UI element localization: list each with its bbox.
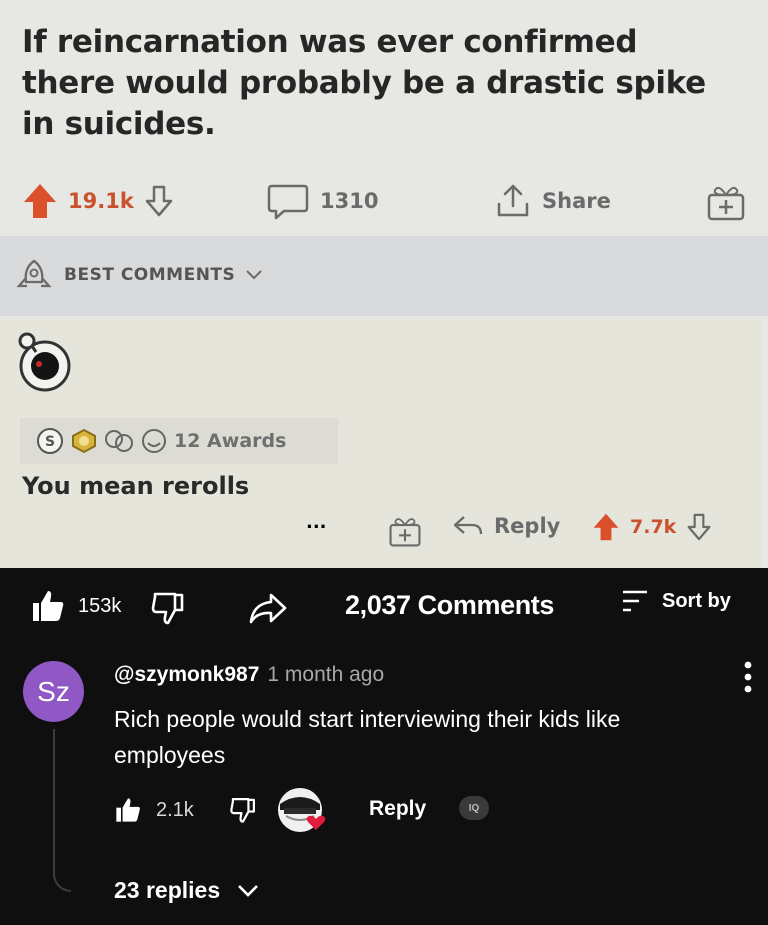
chevron-down-icon <box>246 270 262 280</box>
view-replies-button[interactable]: 23 replies <box>114 877 260 904</box>
post-action-row: 19.1k 1310 Share <box>0 176 768 224</box>
post-comments-count: 1310 <box>320 189 379 213</box>
share-icon <box>497 184 529 217</box>
extension-badge-icon[interactable]: IQ <box>459 796 489 820</box>
silver-award-icon: S <box>37 428 63 454</box>
thumbs-up-filled-icon <box>33 591 64 621</box>
comment-reply-button[interactable]: Reply <box>369 797 426 821</box>
post-share-label: Share <box>542 189 611 213</box>
downvote-icon[interactable] <box>144 184 174 218</box>
comment-downvote-icon[interactable] <box>686 512 712 542</box>
comment-upvote-icon[interactable] <box>592 512 620 542</box>
comments-count-title: 2,037 Comments <box>345 590 554 620</box>
like-count: 153k <box>78 594 122 617</box>
comment-header: @szymonk987 1 month ago <box>114 663 384 687</box>
creator-heart-avatar-icon <box>278 788 326 832</box>
reddit-screenshot: If reincarnation was ever confirmed ther… <box>0 0 768 568</box>
sort-by-button[interactable]: Sort by <box>620 588 731 614</box>
sort-by-label: Sort by <box>662 589 731 612</box>
snoo-avatar-icon <box>18 332 71 392</box>
faces-award-icon <box>105 430 133 452</box>
comment-vote-count: 7.7k <box>630 516 677 538</box>
commenter-avatar[interactable]: Sz <box>23 661 84 722</box>
replies-count-label: 23 replies <box>114 877 221 903</box>
upvote-icon[interactable] <box>22 182 58 220</box>
like-button[interactable]: 153k <box>30 588 121 624</box>
post-comments-button[interactable]: 1310 <box>266 182 378 220</box>
awards-label: 12 Awards <box>174 430 287 452</box>
best-comments-sort[interactable]: BEST COMMENTS <box>14 258 263 292</box>
comment-vote-group: 7.7k <box>592 512 712 542</box>
post-upvote-count: 19.1k <box>68 189 134 213</box>
share-arrow-icon[interactable] <box>248 591 288 625</box>
award-gift-icon[interactable] <box>706 182 746 222</box>
more-vert-icon[interactable] <box>736 660 760 694</box>
best-comments-label: BEST COMMENTS <box>64 265 236 285</box>
comment-bubble-icon <box>267 184 309 220</box>
reply-arrow-icon <box>453 516 483 535</box>
comment-reply-button[interactable]: Reply <box>452 514 560 538</box>
top-comment-text: You mean rerolls <box>22 472 250 500</box>
sort-icon <box>623 590 647 612</box>
laughing-award-icon <box>142 429 166 453</box>
chevron-down-icon <box>238 884 259 897</box>
comment-action-row: ... Reply 7.7k <box>0 510 768 554</box>
gold-award-icon <box>72 428 96 454</box>
post-share-button[interactable]: Share <box>494 182 611 220</box>
comment-like-button[interactable]: 2.1k <box>114 796 194 824</box>
video-action-bar: 153k 2,037 Comments Sort by <box>0 568 768 648</box>
post-title: If reincarnation was ever confirmed ther… <box>22 24 706 142</box>
comment-award-gift-icon[interactable] <box>388 514 422 548</box>
comment-thumbs-down-icon[interactable] <box>229 796 257 824</box>
thumbs-down-icon[interactable] <box>150 590 186 626</box>
svg-text:S: S <box>45 434 55 450</box>
more-options-button[interactable]: ... <box>306 512 327 533</box>
comment-text: Rich people would start interviewing the… <box>114 706 621 768</box>
rocket-icon <box>16 259 52 288</box>
comment-like-count: 2.1k <box>156 798 194 821</box>
awards-strip[interactable]: S 12 Awards <box>20 418 338 464</box>
comment-thumbs-up-icon <box>116 798 140 822</box>
extension-badge-text: IQ <box>468 802 480 814</box>
comment-timestamp[interactable]: 1 month ago <box>267 663 384 687</box>
comment-reply-label: Reply <box>494 514 561 538</box>
post-vote-group: 19.1k <box>22 182 174 220</box>
comment-username[interactable]: @szymonk987 <box>114 663 259 687</box>
